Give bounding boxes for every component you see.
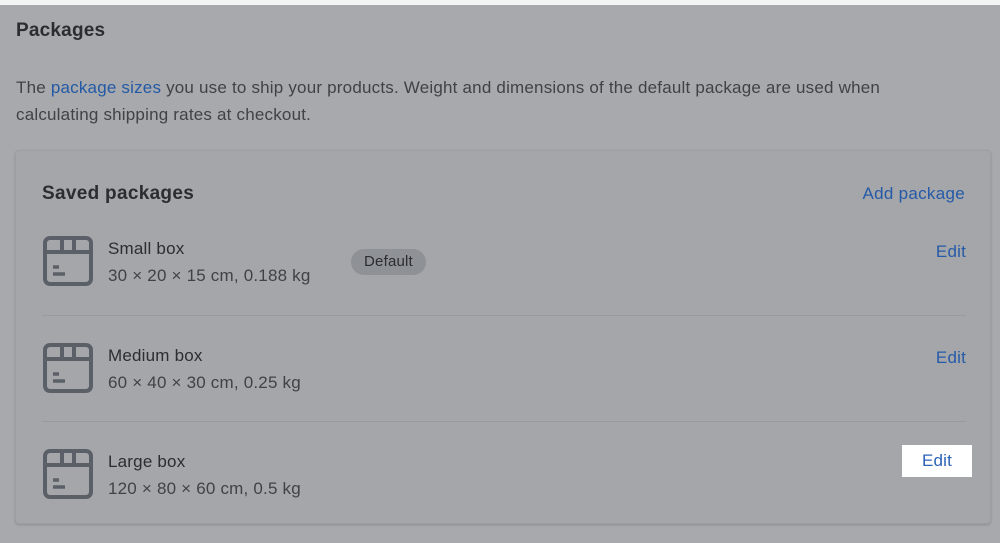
package-name: Small box xyxy=(108,239,185,258)
package-dimensions: 120 × 80 × 60 cm, 0.5 kg xyxy=(108,479,301,498)
top-strip xyxy=(0,0,1000,5)
package-row-large-box: Large box 120 × 80 × 60 cm, 0.5 kg Edit xyxy=(42,421,972,528)
package-box-icon xyxy=(43,236,93,286)
description-text-start: The xyxy=(16,78,51,97)
add-package-link[interactable]: Add package xyxy=(862,184,965,204)
package-dimensions: 30 × 20 × 15 cm, 0.188 kg xyxy=(108,266,311,285)
card-title: Saved packages xyxy=(42,183,195,204)
saved-packages-card: Saved packages Add package Small box 30 … xyxy=(15,150,991,524)
package-box-icon xyxy=(43,449,93,499)
section-title: Packages xyxy=(16,20,106,41)
edit-large-box-button[interactable]: Edit xyxy=(902,445,972,477)
edit-medium-box-link[interactable]: Edit xyxy=(936,348,966,368)
package-dimensions: 60 × 40 × 30 cm, 0.25 kg xyxy=(108,373,301,392)
section-description: The package sizes you use to ship your p… xyxy=(16,74,916,128)
edit-small-box-link[interactable]: Edit xyxy=(936,242,966,262)
package-row-small-box: Small box 30 × 20 × 15 cm, 0.188 kg Defa… xyxy=(42,209,966,315)
package-name: Large box xyxy=(108,452,186,471)
package-name: Medium box xyxy=(108,346,203,365)
package-box-icon xyxy=(43,343,93,393)
default-badge: Default xyxy=(351,249,426,275)
package-row-medium-box: Medium box 60 × 40 × 30 cm, 0.25 kg Edit xyxy=(42,315,966,422)
package-sizes-link[interactable]: package sizes xyxy=(51,78,161,97)
